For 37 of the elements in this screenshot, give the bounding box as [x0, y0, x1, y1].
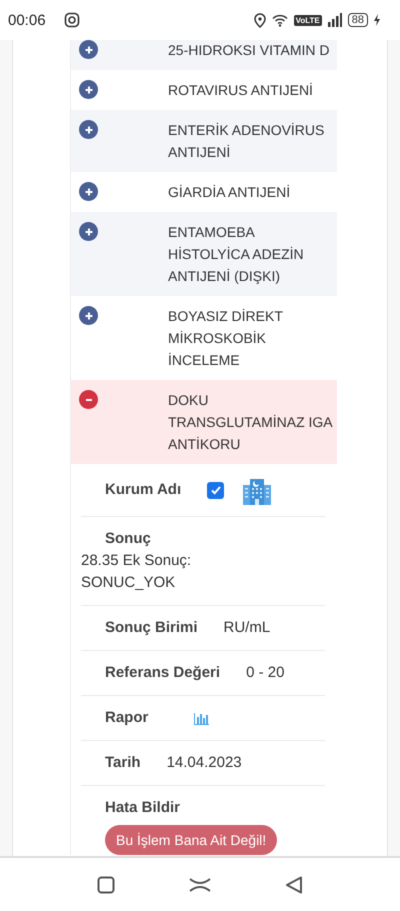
expand-icon[interactable]: [79, 182, 98, 201]
field-label: Sonuç: [105, 530, 151, 547]
collapse-icon[interactable]: [79, 390, 98, 409]
expand-icon[interactable]: [79, 120, 98, 139]
field-value: RU/mL: [224, 618, 270, 638]
home-icon[interactable]: [189, 876, 211, 892]
field-label: Rapor: [105, 709, 148, 726]
clock-time: 00:06: [8, 12, 46, 28]
field-value: 14.04.2023: [166, 753, 242, 773]
field-label: Sonuç Birimi: [105, 619, 198, 636]
battery-level: 88: [348, 13, 368, 27]
field-label: Tarih: [105, 754, 141, 771]
expand-icon[interactable]: [79, 40, 98, 59]
field-value: 0 - 20: [246, 663, 284, 683]
field-label: Referans Değeri: [105, 664, 220, 681]
checkbox[interactable]: [207, 482, 224, 498]
expand-icon[interactable]: [79, 222, 98, 241]
field-value: 28.35 Ek Sonuç: SONUC_YOK: [81, 551, 192, 593]
field-label: Kurum Adı: [105, 480, 182, 498]
report-error-button[interactable]: Bu İşlem Bana Ait Değil!: [105, 825, 278, 855]
recent-apps-icon[interactable]: [97, 876, 115, 894]
wifi-icon: [272, 14, 288, 26]
charging-icon: [374, 14, 380, 26]
test-row[interactable]: 25-HIDROKSI VITAMIN D: [71, 40, 337, 70]
camera-icon: [64, 12, 80, 28]
test-row[interactable]: ENTAMOEBA HİSTOLYİCA ADEZİN ANTIJENİ (DIŞKI): [71, 212, 337, 296]
bar-chart-icon[interactable]: [194, 711, 210, 726]
check-icon: [210, 484, 222, 496]
signal-icon: [328, 13, 342, 27]
test-row[interactable]: DOKU TRANSGLUTAMİNAZ IGA ANTİKORU: [71, 380, 337, 464]
back-icon[interactable]: [285, 876, 303, 894]
network-badge: VoLTE: [294, 14, 322, 26]
field-label: Hata Bildir: [105, 799, 180, 816]
test-row[interactable]: ENTERİK ADENOVİRUS ANTIJENİ: [71, 110, 337, 172]
expand-icon[interactable]: [79, 306, 98, 325]
location-icon: [254, 12, 266, 28]
expand-icon[interactable]: [79, 80, 98, 99]
